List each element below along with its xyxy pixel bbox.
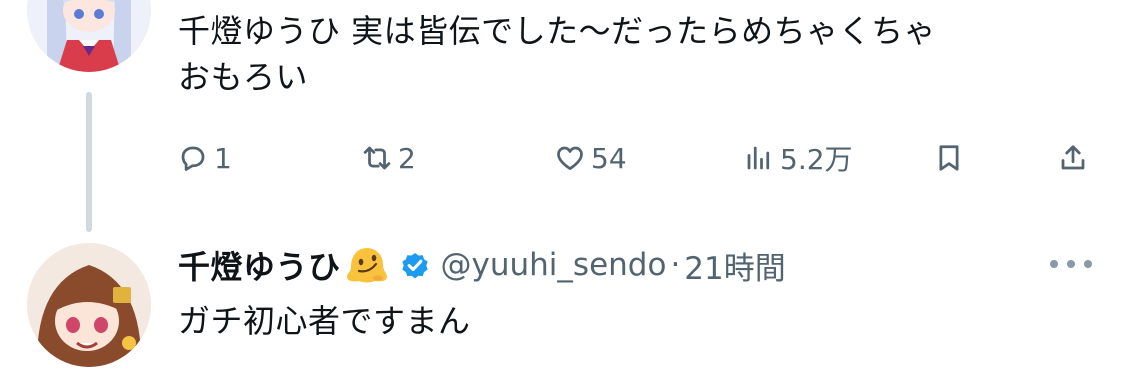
more-options-button[interactable]: [1050, 254, 1092, 274]
retweet-icon: [363, 146, 391, 170]
retweet-count: 2: [398, 141, 416, 175]
like-icon: [557, 146, 583, 170]
view-count: 5.2万: [780, 143, 853, 176]
like-count: 54: [591, 141, 627, 175]
melting-face-emoji-icon: [346, 248, 387, 283]
more-dot: [1050, 260, 1058, 268]
reply-tweet-header: 千燈ゆうひ @yuuhi_sendo · 21時間: [178, 240, 786, 290]
anime-girl-avatar-image: [27, 0, 151, 72]
more-dot: [1067, 260, 1075, 268]
thread-connector-line: [86, 92, 92, 232]
previous-tweet-avatar[interactable]: [27, 0, 151, 72]
reply-tweet-text: ガチ初心者ですまん: [178, 302, 471, 340]
tweet-timestamp[interactable]: 21時間: [684, 243, 785, 288]
author-name[interactable]: 千燈ゆうひ: [178, 242, 341, 288]
reply-icon: [181, 146, 205, 171]
previous-tweet-text: 千燈ゆうひ 実は皆伝でした〜だったらめちゃくちゃ おもろい: [178, 12, 937, 96]
share-icon: [1061, 145, 1085, 170]
retweet-button[interactable]: 2: [362, 138, 416, 178]
views-button[interactable]: 5.2万: [744, 138, 853, 178]
verified-badge-icon: [401, 253, 428, 279]
bookmark-icon: [939, 145, 959, 171]
more-dot: [1084, 260, 1092, 268]
anime-girl-avatar-image: [27, 243, 151, 367]
bookmark-button[interactable]: [934, 138, 964, 178]
share-button[interactable]: [1058, 138, 1088, 178]
views-icon: [747, 146, 770, 170]
reply-author-avatar[interactable]: [27, 243, 151, 367]
like-button[interactable]: 54: [555, 138, 627, 178]
separator-dot: ·: [670, 247, 681, 283]
author-handle[interactable]: @yuuhi_sendo: [441, 247, 667, 283]
reply-button[interactable]: 1: [178, 138, 232, 178]
reply-count: 1: [214, 141, 232, 175]
